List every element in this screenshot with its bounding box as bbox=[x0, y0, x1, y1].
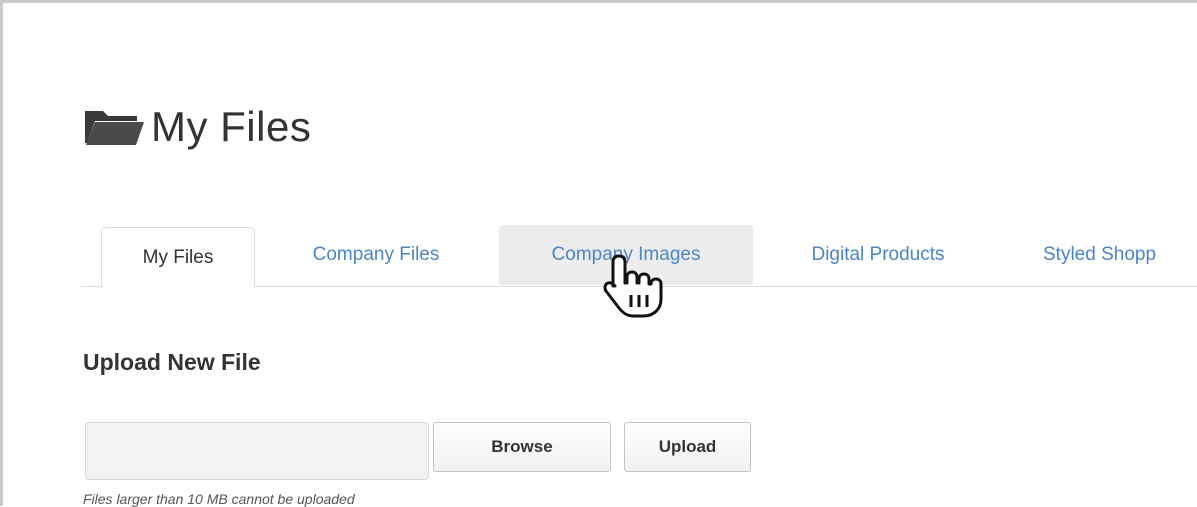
browse-button[interactable]: Browse bbox=[433, 422, 611, 472]
tab-label: Company Files bbox=[312, 244, 440, 265]
upload-section-title: Upload New File bbox=[83, 349, 261, 375]
file-path-field[interactable] bbox=[85, 422, 429, 480]
folder-icon bbox=[85, 111, 144, 145]
tab-company-files[interactable]: Company Files bbox=[266, 225, 486, 285]
page-frame: My Files My Files Company Files Company … bbox=[0, 0, 1197, 507]
page-title: My Files bbox=[151, 103, 312, 150]
tab-styled-shopping[interactable]: Styled Shopp bbox=[1021, 225, 1197, 285]
page-header: My Files bbox=[83, 103, 311, 151]
hand-pointer-icon bbox=[603, 254, 663, 318]
tab-label: My Files bbox=[142, 246, 214, 268]
tab-digital-products[interactable]: Digital Products bbox=[767, 225, 989, 285]
upload-button[interactable]: Upload bbox=[624, 422, 751, 472]
tab-my-files[interactable]: My Files bbox=[101, 227, 255, 288]
upload-size-note: Files larger than 10 MB cannot be upload… bbox=[83, 491, 355, 507]
tab-label: Styled Shopp bbox=[1043, 244, 1157, 265]
tab-label: Digital Products bbox=[811, 244, 945, 265]
